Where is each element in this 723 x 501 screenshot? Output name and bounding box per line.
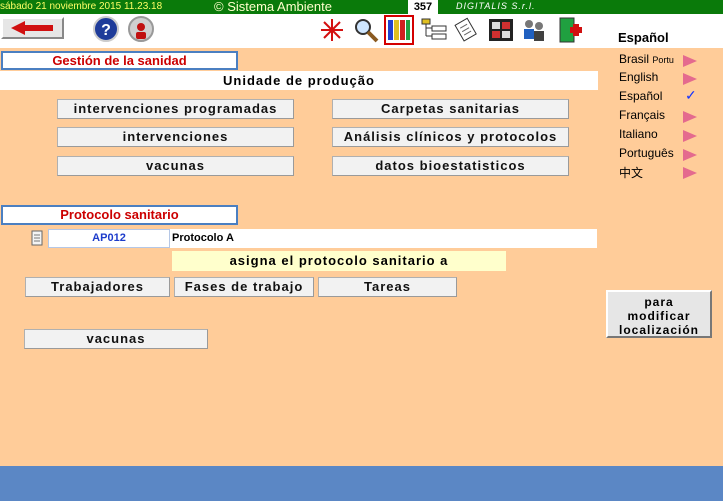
language-label: Español [619,89,663,103]
language-item-english[interactable]: English [619,70,719,88]
section-title-sanidad: Gestión de la sanidad [1,51,238,70]
protocol-code: AP012 [48,229,170,248]
documents-icon[interactable] [453,16,481,44]
tree-list-icon[interactable] [420,16,448,44]
footer-bar [0,466,723,501]
production-unit: Unidade de produção [0,71,598,90]
help-button[interactable]: ? [93,16,119,42]
language-label: 中文 [619,166,644,180]
interventions-button[interactable]: intervenciones [57,127,294,147]
current-language: Español [618,30,669,45]
language-label: English [619,70,659,84]
flag-icon [683,167,697,179]
language-item-espanol[interactable]: Español ✓ [619,87,719,107]
language-item-brasil[interactable]: Brasil Portu [619,52,719,70]
film-strip-icon[interactable] [487,16,515,44]
people-icon[interactable] [520,16,548,44]
magnifier-icon[interactable] [352,16,380,44]
exit-door-icon[interactable] [556,16,584,44]
snowflake-icon[interactable] [318,16,346,44]
flag-icon [683,111,697,123]
datetime-label: sábado 21 noviembre 2015 11.23.18 [0,1,163,12]
check-icon: ✓ [685,87,697,103]
assign-protocol-label: asigna el protocolo sanitario a [172,251,506,271]
language-label: Brasil [619,52,650,66]
vaccines-button[interactable]: vacunas [57,156,294,176]
tasks-button[interactable]: Tareas [318,277,457,297]
section-title-protocolo: Protocolo sanitario [1,205,238,225]
back-arrow-icon [11,21,53,35]
counter-badge: 357 [408,0,438,14]
protocol-vaccines-button[interactable]: vacunas [24,329,208,349]
flag-icon [683,149,697,161]
modify-label-line: localización [618,323,700,337]
language-item-italiano[interactable]: Italiano [619,127,719,145]
language-item-chinese[interactable]: 中文 [619,164,719,182]
person-icon[interactable] [128,16,154,42]
flag-icon [683,130,697,142]
modify-localization-button[interactable]: para modificar localización [606,290,712,338]
work-phases-button[interactable]: Fases de trabajo [174,277,314,297]
company-name: DIGITALIS S.r.l. [456,1,536,11]
protocol-name: Protocolo A [172,232,234,244]
modify-label-line: modificar [627,309,691,323]
health-folders-button[interactable]: Carpetas sanitarias [332,99,569,119]
language-sublabel: Portu [652,55,674,65]
language-label: Français [619,108,666,122]
modify-label-line: para [644,295,674,309]
document-icon[interactable] [29,230,45,246]
language-item-francais[interactable]: Français [619,108,719,126]
flag-icon [683,55,697,67]
biostatistics-button[interactable]: datos bioestatisticos [332,156,569,176]
workers-button[interactable]: Trabajadores [25,277,170,297]
language-item-portugues[interactable]: Português [619,146,719,164]
clinical-analyses-button[interactable]: Análisis clínicos y protocolos [332,127,569,147]
scheduled-interventions-button[interactable]: intervenciones programadas [57,99,294,119]
language-label: Italiano [619,127,658,141]
system-name: © Sistema Ambiente [214,0,332,14]
flag-icon [683,73,697,85]
back-button[interactable] [1,17,64,39]
books-icon[interactable] [384,15,414,45]
language-label: Português [619,146,674,160]
